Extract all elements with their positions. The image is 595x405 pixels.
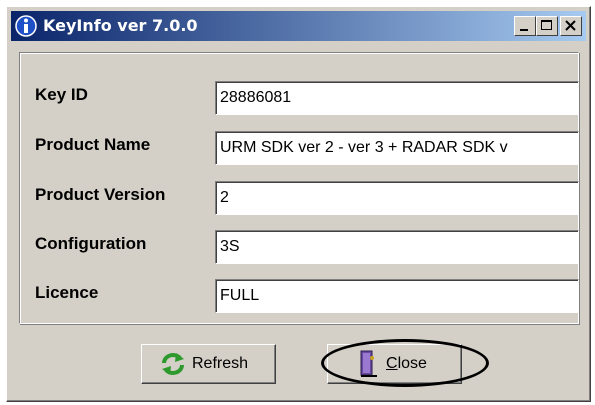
window-title: KeyInfo ver 7.0.0 — [43, 16, 198, 35]
configuration-field[interactable]: 3S — [215, 230, 579, 264]
licence-field[interactable]: FULL — [215, 279, 579, 313]
configuration-label: Configuration — [35, 234, 147, 253]
maximize-button[interactable] — [536, 16, 558, 36]
configuration-value: 3S — [220, 238, 240, 255]
product-version-field[interactable]: 2 — [215, 181, 579, 215]
key-id-field[interactable]: 28886081 — [215, 81, 579, 115]
close-window-button[interactable] — [560, 16, 582, 36]
key-id-value: 28886081 — [220, 89, 292, 106]
refresh-label: Refresh — [192, 355, 249, 372]
info-group: Key ID 28886081 Product Name URM SDK ver… — [19, 52, 579, 324]
maximize-icon — [541, 20, 552, 30]
product-name-field[interactable]: URM SDK ver 2 - ver 3 + RADAR SDK v — [215, 131, 579, 165]
product-name-label: Product Name — [35, 135, 151, 154]
refresh-icon — [162, 353, 184, 375]
refresh-button[interactable]: Refresh — [141, 344, 276, 384]
product-name-value: URM SDK ver 2 - ver 3 + RADAR SDK v — [220, 139, 508, 156]
product-version-label: Product Version — [35, 185, 166, 204]
product-version-value: 2 — [220, 189, 229, 206]
minimize-icon — [520, 29, 528, 31]
highlight-ellipse — [321, 339, 489, 387]
title-bar[interactable]: KeyInfo ver 7.0.0 — [11, 11, 586, 41]
keyinfo-window: KeyInfo ver 7.0.0 Key ID 28886081 Produc… — [6, 6, 591, 402]
close-icon — [565, 20, 576, 31]
key-id-label: Key ID — [35, 85, 88, 104]
minimize-button[interactable] — [514, 16, 536, 36]
licence-label: Licence — [35, 283, 99, 302]
info-icon — [15, 14, 37, 38]
licence-value: FULL — [220, 287, 260, 304]
